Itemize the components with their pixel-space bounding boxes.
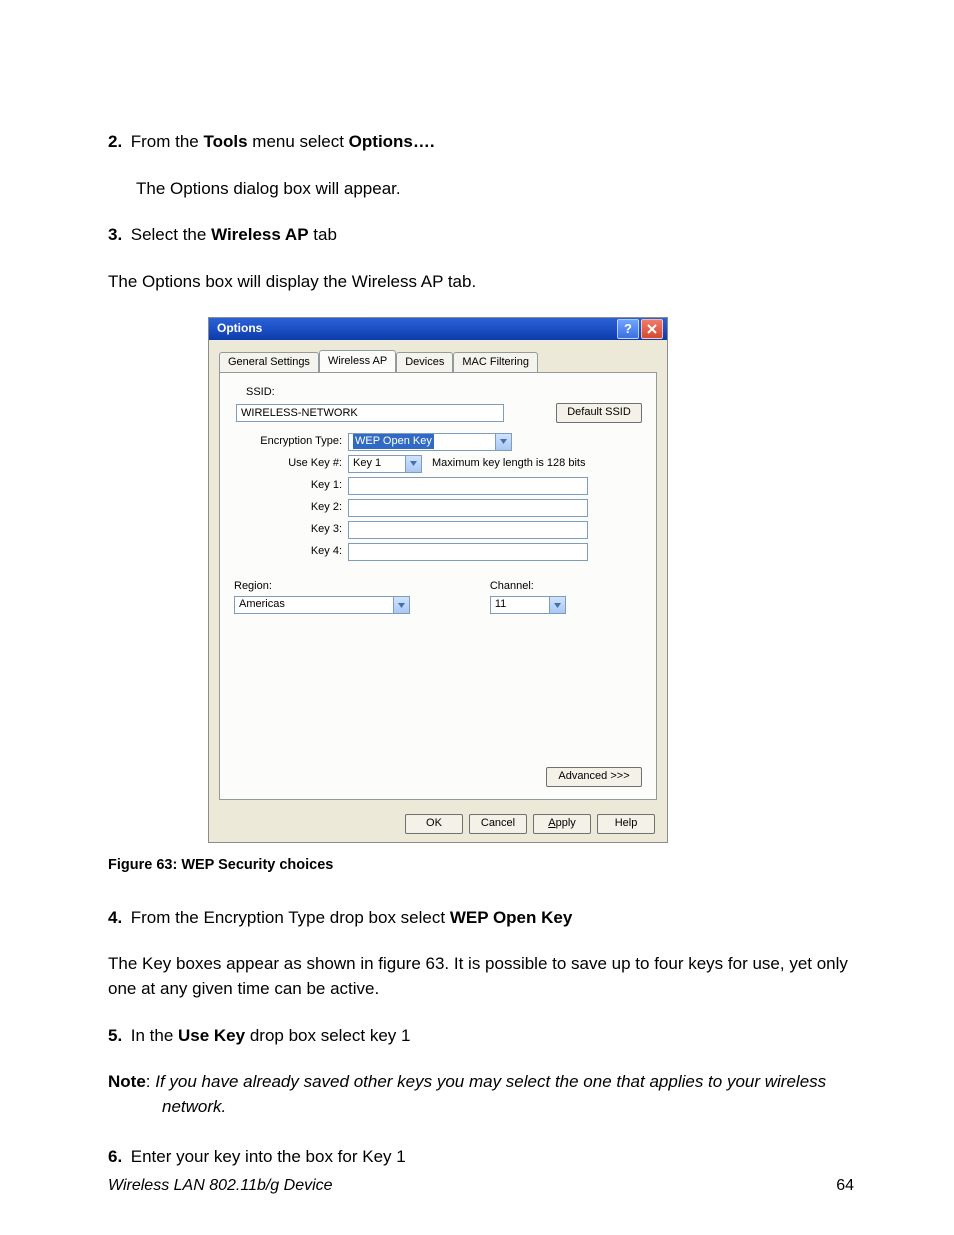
step-4: 4. From the Encryption Type drop box sel… <box>108 906 854 931</box>
step-2: 2. From the Tools menu select Options…. <box>108 130 854 155</box>
note-body: If you have already saved other keys you… <box>155 1072 826 1116</box>
tab-wireless-ap[interactable]: Wireless AP <box>319 350 396 372</box>
region-select[interactable]: Americas <box>234 596 410 614</box>
step-4-bold-1: WEP Open Key <box>450 908 573 927</box>
advanced-button[interactable]: Advanced >>> <box>546 767 642 787</box>
step-3-text-1: Select the <box>131 225 211 244</box>
ssid-input[interactable] <box>236 404 504 422</box>
step-6-text: Enter your key into the box for Key 1 <box>131 1147 406 1166</box>
key2-input[interactable] <box>348 499 588 517</box>
step-2-text-1: From the <box>131 132 204 151</box>
key4-label: Key 4: <box>234 544 348 560</box>
channel-value: 11 <box>495 597 506 613</box>
footer-device: Wireless LAN 802.11b/g Device <box>108 1174 333 1197</box>
use-key-select[interactable]: Key 1 <box>348 455 422 473</box>
step-2-text-2: menu select <box>248 132 349 151</box>
encryption-type-label: Encryption Type: <box>234 434 348 450</box>
max-key-length-label: Maximum key length is 128 bits <box>432 456 585 472</box>
region-label: Region: <box>234 579 430 595</box>
page-number: 64 <box>836 1174 854 1197</box>
region-value: Americas <box>239 597 285 613</box>
note-colon: : <box>146 1072 155 1091</box>
note-block: Note: If you have already saved other ke… <box>108 1070 854 1119</box>
step-2-bold-1: Tools <box>203 132 247 151</box>
para-key-boxes: The Key boxes appear as shown in figure … <box>108 952 854 1001</box>
close-icon[interactable] <box>641 319 663 339</box>
tab-strip: General Settings Wireless AP Devices MAC… <box>209 340 667 372</box>
tab-devices[interactable]: Devices <box>396 352 453 373</box>
help-button[interactable]: Help <box>597 814 655 834</box>
use-key-label: Use Key #: <box>234 456 348 472</box>
key1-input[interactable] <box>348 477 588 495</box>
step-5-text-2: drop box select key 1 <box>245 1026 410 1045</box>
para-options-appear: The Options dialog box will appear. <box>136 177 854 202</box>
dialog-title: Options <box>217 320 262 337</box>
step-3-text-2: tab <box>309 225 337 244</box>
para-wireless-tab: The Options box will display the Wireles… <box>108 270 854 295</box>
step-2-bold-2: Options…. <box>349 132 435 151</box>
dialog-button-bar: OK Cancel Apply Help <box>405 814 655 834</box>
step-5-number: 5. <box>108 1024 126 1049</box>
step-3-bold-1: Wireless AP <box>211 225 308 244</box>
key4-input[interactable] <box>348 543 588 561</box>
step-3-number: 3. <box>108 223 126 248</box>
wireless-ap-panel: SSID: Default SSID Encryption Type: WEP … <box>219 372 657 800</box>
key3-input[interactable] <box>348 521 588 539</box>
chevron-down-icon <box>405 456 421 472</box>
step-5-bold-1: Use Key <box>178 1026 245 1045</box>
step-4-number: 4. <box>108 906 126 931</box>
channel-label: Channel: <box>490 579 566 595</box>
cancel-button[interactable]: Cancel <box>469 814 527 834</box>
step-6-number: 6. <box>108 1145 126 1170</box>
channel-select[interactable]: 11 <box>490 596 566 614</box>
step-5-text-1: In the <box>131 1026 178 1045</box>
tab-general-settings[interactable]: General Settings <box>219 352 319 373</box>
step-2-number: 2. <box>108 130 126 155</box>
use-key-value: Key 1 <box>353 456 381 472</box>
step-5: 5. In the Use Key drop box select key 1 <box>108 1024 854 1049</box>
figure-caption: Figure 63: WEP Security choices <box>108 855 854 876</box>
encryption-type-select[interactable]: WEP Open Key <box>348 433 512 451</box>
step-3: 3. Select the Wireless AP tab <box>108 223 854 248</box>
key1-label: Key 1: <box>234 478 348 494</box>
tab-mac-filtering[interactable]: MAC Filtering <box>453 352 538 373</box>
ok-button[interactable]: OK <box>405 814 463 834</box>
default-ssid-button[interactable]: Default SSID <box>556 403 642 423</box>
encryption-type-value: WEP Open Key <box>353 434 434 450</box>
note-label: Note <box>108 1072 146 1091</box>
help-icon[interactable]: ? <box>617 319 639 339</box>
chevron-down-icon <box>549 597 565 613</box>
dialog-titlebar[interactable]: Options ? <box>209 318 667 340</box>
options-dialog: Options ? General Settings Wireless AP D… <box>208 317 668 843</box>
step-6: 6. Enter your key into the box for Key 1 <box>108 1145 854 1170</box>
key2-label: Key 2: <box>234 500 348 516</box>
chevron-down-icon <box>495 434 511 450</box>
chevron-down-icon <box>393 597 409 613</box>
key3-label: Key 3: <box>234 522 348 538</box>
ssid-label: SSID: <box>246 385 642 401</box>
step-4-text-1: From the Encryption Type drop box select <box>131 908 450 927</box>
apply-button[interactable]: Apply <box>533 814 591 834</box>
